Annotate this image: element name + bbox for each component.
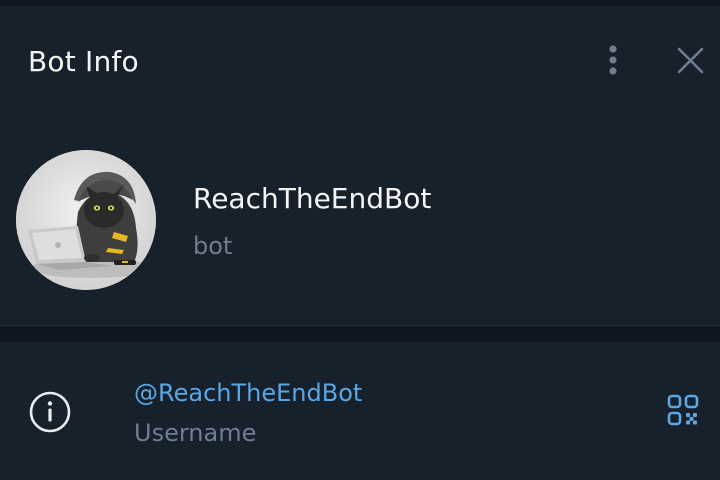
- close-button[interactable]: [672, 44, 708, 80]
- page-title: Bot Info: [28, 45, 139, 78]
- avatar[interactable]: [16, 150, 156, 290]
- panel-header: Bot Info: [0, 6, 720, 116]
- more-options-button[interactable]: [596, 42, 630, 78]
- qr-code-icon: [667, 394, 699, 426]
- close-icon: [677, 47, 704, 74]
- info-icon: [28, 390, 72, 434]
- more-vertical-icon: [609, 45, 617, 75]
- hooded-cat-avatar-icon: [16, 150, 156, 290]
- username-label: Username: [134, 419, 257, 447]
- qr-code-button[interactable]: [664, 392, 704, 432]
- username-value[interactable]: @ReachTheEndBot: [134, 378, 362, 408]
- section-divider: [0, 325, 720, 342]
- profile-name: ReachTheEndBot: [193, 182, 432, 215]
- profile-subtitle: bot: [193, 232, 233, 260]
